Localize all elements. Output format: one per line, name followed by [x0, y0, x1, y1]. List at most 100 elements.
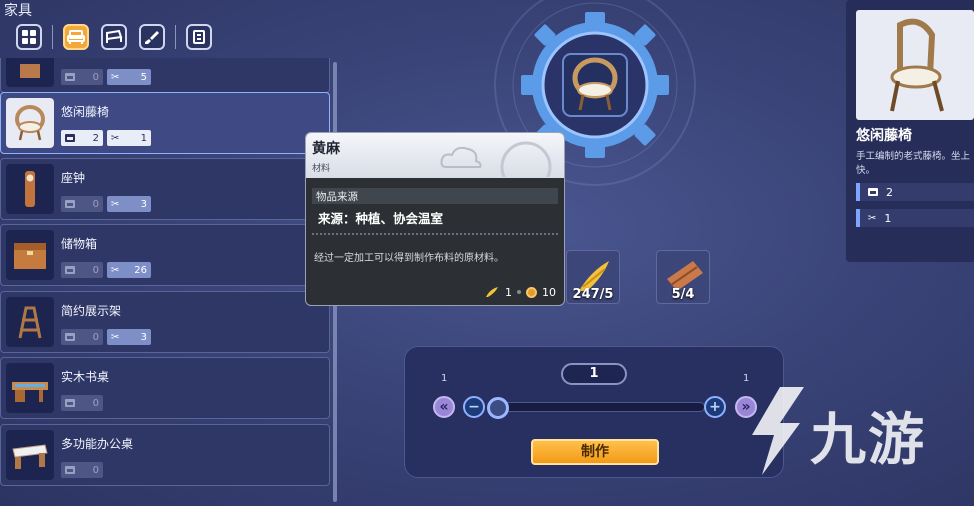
storage-icon — [65, 266, 75, 274]
craftable-count: ✂ 3 — [107, 329, 151, 345]
grid-icon — [22, 30, 36, 44]
item-thumbnail — [6, 430, 54, 480]
craftable-count: ✂ 3 — [107, 196, 151, 212]
item-name: 储物箱 — [61, 237, 98, 251]
tooltip-price: 10 — [542, 285, 556, 299]
material-count: 247/5 — [572, 287, 614, 302]
divider — [175, 25, 176, 49]
detail-item-name: 悠闲藤椅 — [856, 128, 912, 144]
min-quantity-label: 1 — [441, 373, 448, 384]
craftable-count: ✂ 5 — [107, 69, 151, 85]
tools-icon: ✂ — [868, 212, 877, 224]
material-slot[interactable]: 247/5 — [566, 250, 620, 304]
jute-icon — [486, 287, 498, 297]
item-preview-image — [856, 10, 974, 120]
tools-icon: ✂ — [111, 264, 120, 276]
owned-count: 0 — [61, 69, 103, 85]
tab-decor[interactable] — [139, 24, 165, 50]
bed-icon — [106, 29, 123, 43]
item-tooltip: 黄麻 材料 物品来源 来源：种植、协会温室 经过一定加工可以得到制作布料的原材料… — [305, 132, 565, 306]
craft-panel: 1 1 1 « − + » 制作 — [404, 346, 784, 478]
item-thumbnail — [6, 98, 54, 148]
list-item[interactable]: 0 ✂ 5 — [0, 58, 330, 93]
office-desk-icon — [12, 444, 48, 469]
tooltip-source: 来源：种植、协会温室 — [318, 211, 444, 226]
item-detail-panel: 悠闲藤椅 手工编制的老式藤椅。坐上快。 2 ✂ 1 — [846, 0, 974, 262]
tools-icon: ✂ — [111, 331, 120, 343]
increase-button[interactable]: + — [704, 396, 726, 418]
sofa-icon — [67, 30, 85, 44]
brush-icon — [145, 31, 159, 44]
coin-icon — [526, 286, 537, 298]
storage-icon — [65, 73, 75, 81]
tooltip-count: 1 — [505, 285, 512, 299]
list-item[interactable]: 悠闲藤椅 2 ✂ 1 — [0, 92, 330, 154]
wardrobe-icon — [193, 30, 205, 44]
storage-icon — [65, 399, 75, 407]
item-name: 实木书桌 — [61, 370, 110, 384]
craftable-count: ✂ 26 — [107, 262, 151, 278]
tab-furniture[interactable] — [63, 24, 89, 50]
quantity-slider[interactable] — [495, 402, 705, 412]
item-name: 座钟 — [61, 171, 86, 185]
watermark-text: 九游 — [810, 408, 926, 473]
min-quantity-button[interactable]: « — [433, 396, 455, 418]
list-item[interactable]: 简约展示架 0 ✂ 3 — [0, 291, 330, 353]
dot-separator — [517, 290, 521, 294]
craftable-count: ✂ 1 — [107, 130, 151, 146]
item-thumbnail — [6, 297, 54, 347]
material-slot[interactable]: 5/4 — [656, 250, 710, 304]
category-tabs — [16, 24, 212, 50]
divider — [312, 233, 558, 235]
craft-button[interactable]: 制作 — [531, 439, 659, 465]
wooden-desk-icon — [12, 382, 48, 402]
table-icon — [20, 64, 40, 78]
detail-owned-row: 2 — [856, 183, 974, 201]
item-name: 简约展示架 — [61, 304, 122, 318]
quantity-display: 1 — [561, 363, 627, 385]
tab-all[interactable] — [16, 24, 42, 50]
nine-game-logo-icon — [752, 387, 804, 475]
tools-icon: ✂ — [111, 71, 120, 83]
storage-icon — [868, 188, 878, 196]
owned-count: 0 — [61, 196, 103, 212]
owned-count: 0 — [61, 462, 103, 478]
owned-count: 0 — [61, 329, 103, 345]
tooltip-description: 经过一定加工可以得到制作布料的原材料。 — [314, 253, 504, 264]
list-item[interactable]: 实木书桌 0 — [0, 357, 330, 419]
owned-count: 0 — [61, 395, 103, 411]
rattan-chair-icon — [15, 105, 45, 141]
decrease-button[interactable]: − — [463, 396, 485, 418]
furniture-list[interactable]: 0 ✂ 5 悠闲藤椅 2 ✂ 1 座钟 0 ✂ 3 储物箱 0 ✂ 26 简约展示架 — [0, 58, 332, 506]
storage-box-icon — [14, 243, 46, 269]
gear-icon — [500, 141, 552, 177]
list-item[interactable]: 多功能办公桌 0 — [0, 424, 330, 486]
tools-icon: ✂ — [111, 198, 120, 210]
tab-storage[interactable] — [186, 24, 212, 50]
grandfather-clock-icon — [25, 171, 35, 207]
storage-icon — [65, 333, 75, 341]
storage-icon — [65, 466, 75, 474]
display-shelf-icon — [18, 306, 42, 339]
detail-craftable-row: ✂ 1 — [856, 209, 974, 227]
item-name: 悠闲藤椅 — [61, 105, 110, 119]
tab-bed[interactable] — [101, 24, 127, 50]
tooltip-footer: 1 10 — [484, 285, 556, 299]
storage-icon — [65, 200, 75, 208]
owned-count: 2 — [61, 130, 103, 146]
tooltip-section-header: 物品来源 — [312, 188, 558, 204]
divider — [52, 25, 53, 49]
owned-count: 0 — [61, 262, 103, 278]
item-thumbnail — [6, 164, 54, 214]
minus-icon: − — [468, 399, 480, 415]
list-item[interactable]: 座钟 0 ✂ 3 — [0, 158, 330, 220]
watermark-logo: 九游 — [740, 375, 940, 485]
material-count: 5/4 — [671, 287, 695, 302]
item-thumbnail — [6, 58, 54, 87]
tools-icon: ✂ — [111, 132, 120, 144]
item-name: 多功能办公桌 — [61, 437, 134, 451]
slider-handle[interactable] — [487, 397, 509, 419]
list-item[interactable]: 储物箱 0 ✂ 26 — [0, 224, 330, 286]
page-title: 家具 — [4, 3, 32, 19]
rattan-chair-icon — [890, 18, 944, 112]
